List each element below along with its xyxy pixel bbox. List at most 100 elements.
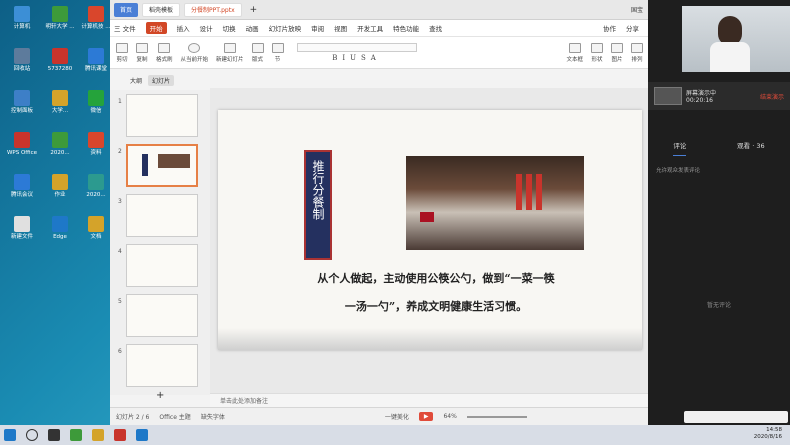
layout-button[interactable]: 版式 [251,42,264,63]
menu-view[interactable]: 视图 [334,23,347,33]
menu-transition[interactable]: 切换 [223,23,236,33]
folder-icon [52,90,68,106]
beautify-button[interactable]: 一键美化 [385,412,409,421]
desktop-icon[interactable]: WPS Office [4,130,40,170]
slide-thumbnail[interactable] [126,94,198,137]
menu-developer[interactable]: 开发工具 [357,23,383,33]
search-icon[interactable] [26,429,38,441]
title-bar: 首页 稻壳模板 分餐制PPT.pptx + 国宝 [110,0,679,20]
task-view-icon[interactable] [48,429,60,441]
desktop-icon[interactable]: 作业 [42,172,78,212]
tab-docer[interactable]: 稻壳模板 [142,2,181,17]
slide-thumbnail[interactable] [126,344,198,387]
play-from-current-button[interactable]: 从当前开始 [181,42,208,63]
desktop-icon[interactable]: 微信 [78,88,114,128]
shape-icon [591,42,603,53]
desktop-icon[interactable]: 5737280 [42,46,78,86]
menu-animation[interactable]: 动画 [246,23,259,33]
slide-thumbnail-selected[interactable] [126,144,198,187]
slide-counter: 幻灯片 2 / 6 [116,414,150,421]
tab-viewers[interactable]: 观看 · 36 [737,140,764,156]
tab-home[interactable]: 首页 [114,2,139,17]
arrange-button[interactable]: 排列 [631,42,643,63]
play-button[interactable]: ▶ [418,412,434,421]
desktop-icon[interactable]: 计算机 [4,4,40,44]
menu-insert[interactable]: 插入 [177,23,190,33]
slide-banner: 推行分餐制 [304,150,332,260]
add-slide-button[interactable]: + [156,390,164,401]
desktop-icon[interactable]: 资料 [78,130,114,170]
desktop-icon[interactable]: 新建文件 [4,214,40,254]
menu-start[interactable]: 开始 [145,22,167,34]
tab-document[interactable]: 分餐制PPT.pptx [184,2,242,17]
start-icon[interactable] [4,429,16,441]
picture-button[interactable]: 图片 [611,42,623,63]
scissors-icon [116,42,128,53]
menu-bar: 三 文件 开始 插入 设计 切换 动画 幻灯片放映 审阅 视图 开发工具 特色功… [110,20,679,37]
account-name[interactable]: 国宝 [631,5,643,14]
slide-thumbnail[interactable] [126,244,198,287]
section-icon [271,42,284,53]
cut-button[interactable]: 剪切 [116,42,128,63]
desktop-icon[interactable]: 大学... [42,88,78,128]
folder-icon[interactable] [92,429,104,441]
taskbar: 14:58 2020/8/16 [0,425,790,445]
desktop-icon[interactable]: 回收站 [4,46,40,86]
desktop-icon[interactable]: 2020... [78,172,114,212]
desktop-icon[interactable]: 明轩大学 ... [42,4,78,44]
pane-tabs: 大纲 幻灯片 [110,72,210,88]
desktop-icon[interactable]: 2020... [42,130,78,170]
menu-search[interactable]: 查找 [429,23,442,33]
zoom-level[interactable]: 64% [443,413,456,420]
copy-button[interactable]: 复制 [136,42,148,63]
new-tab-button[interactable]: + [246,5,262,15]
menu-collab[interactable]: 协作 [603,23,616,33]
input-tray [684,411,788,423]
menu-share[interactable]: 分享 [626,23,639,33]
desktop-icon[interactable]: 文档 [78,214,114,254]
tab-slides[interactable]: 幻灯片 [148,74,175,86]
desktop-icon[interactable]: 腾讯课堂 [78,46,114,86]
menu-design[interactable]: 设计 [200,23,213,33]
slide-thumbnail[interactable] [126,194,198,237]
desktop-icon[interactable]: 计算机技 ... [78,4,114,44]
slide-thumbnail[interactable] [126,294,198,337]
wps-icon[interactable] [114,429,126,441]
arrange-icon [631,42,643,53]
comment-tabs: 评论 观看 · 36 [648,140,790,156]
menu-slideshow[interactable]: 幻灯片放映 [269,23,302,33]
shape-button[interactable]: 形状 [591,42,603,63]
app-icon[interactable] [70,429,82,441]
desktop-icon[interactable]: Edge [42,214,78,254]
menu-file[interactable]: 三 文件 [114,23,136,33]
live-stream-panel: 屏幕演示中 00:20:16 结束演示 评论 观看 · 36 允许观众发表评论 … [648,0,790,425]
new-slide-button[interactable]: 新建幻灯片 [216,42,244,63]
menu-features[interactable]: 特色功能 [393,23,419,33]
status-bar: 幻灯片 2 / 6 Office 主题 缺失字体 一键美化 ▶ 64% [110,407,680,425]
file-icon [14,216,30,232]
textbox-button[interactable]: 文本框 [566,42,583,63]
app-icon [88,48,104,64]
current-slide[interactable]: 推行分餐制 从个人做起，主动使用公筷公勺，做到“一菜一筷 一汤一勺”，养成文明健… [218,110,642,350]
zoom-slider[interactable] [466,415,527,418]
desktop-icon[interactable]: 腾讯会议 [4,172,40,212]
play-icon [188,42,201,53]
file-icon [88,174,104,190]
tab-comments[interactable]: 评论 [673,140,687,156]
end-presentation-button[interactable]: 结束演示 [760,92,784,101]
tab-outline[interactable]: 大纲 [130,76,142,85]
notes-field[interactable]: 单击此处添加备注 [210,393,680,407]
clock-date: 2020/8/16 [753,434,782,440]
font-controls[interactable]: BIUSA [292,43,422,62]
clock[interactable]: 14:58 2020/8/16 [754,427,782,441]
computer-icon [14,6,30,22]
format-painter-button[interactable]: 格式刷 [156,42,173,63]
missing-font[interactable]: 缺失字体 [201,412,225,421]
theme-name: Office 主题 [159,414,191,421]
slide-thumbnails: 1 2 3 4 5 6 + [110,90,210,401]
edge-icon[interactable] [136,429,148,441]
desktop-icon[interactable]: 控制面板 [4,88,40,128]
section-button[interactable]: 节 [271,42,284,63]
menu-review[interactable]: 审阅 [311,23,324,33]
allow-comments-toggle[interactable]: 允许观众发表评论 [656,166,700,174]
